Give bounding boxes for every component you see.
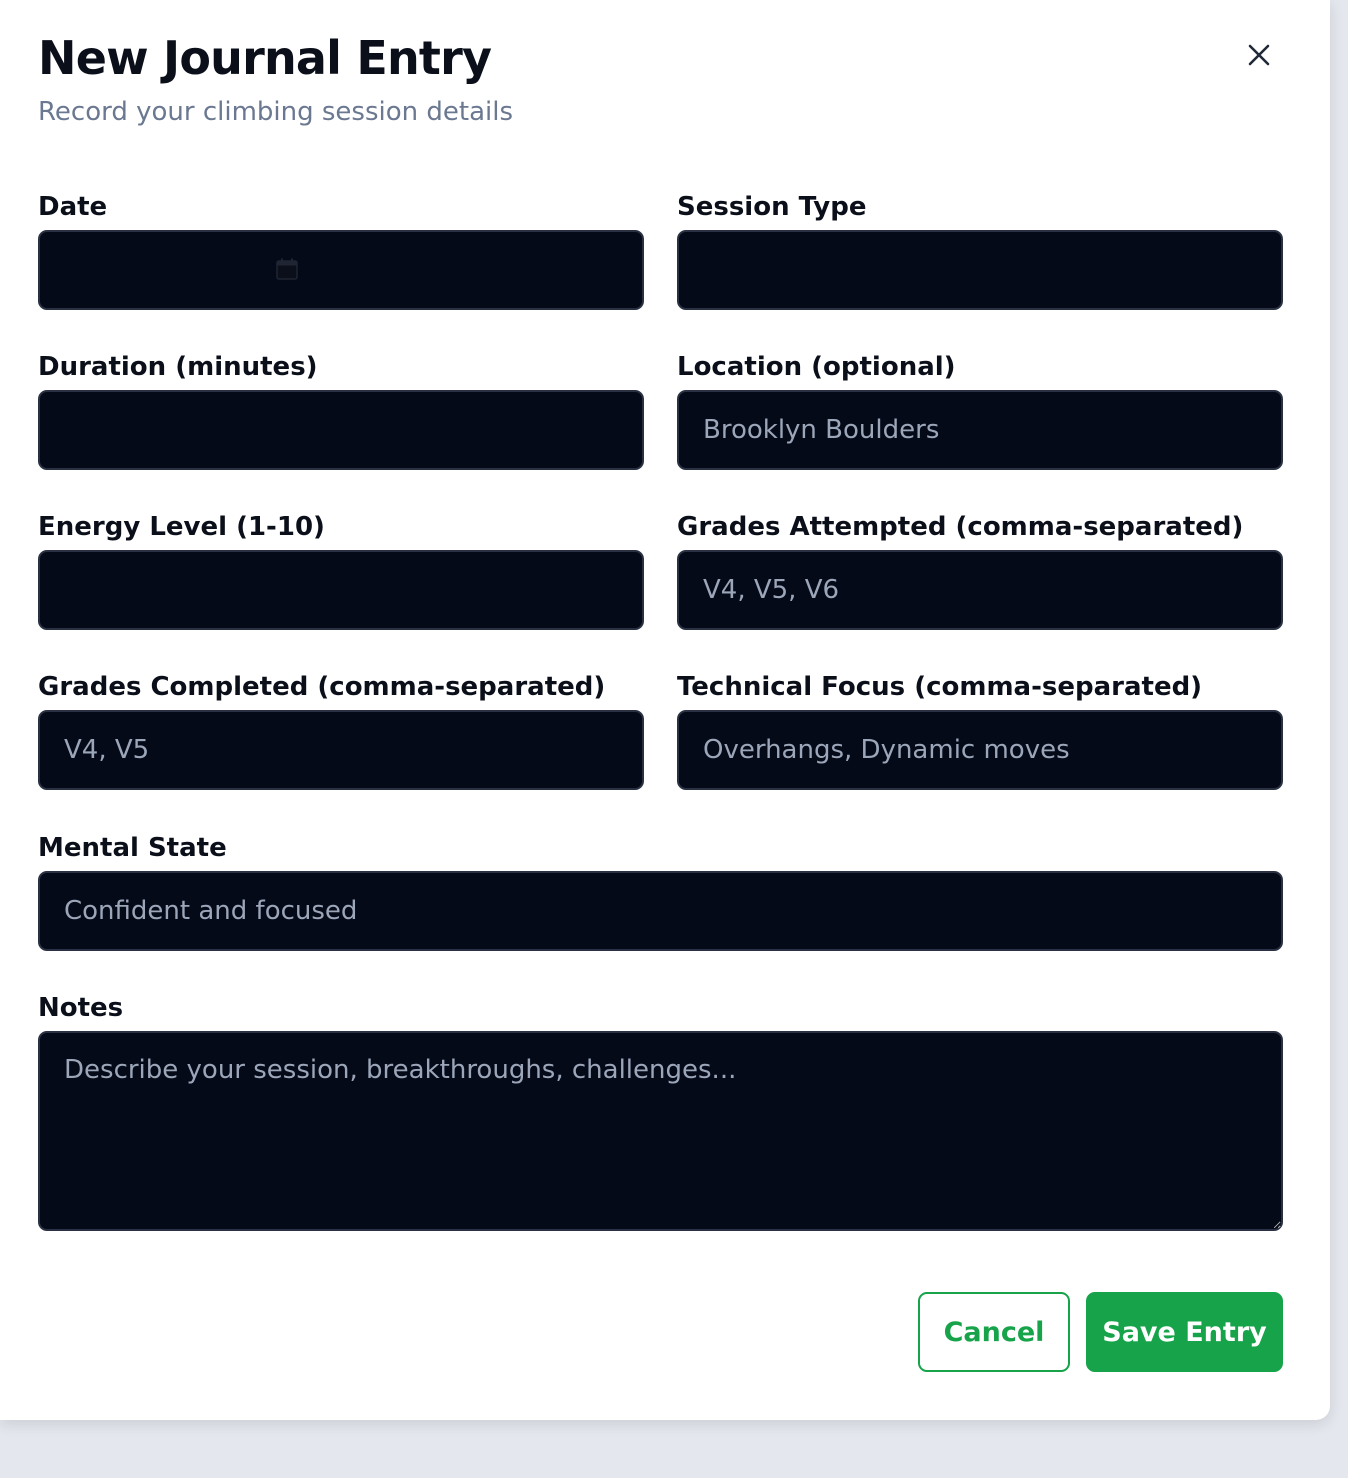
duration-label: Duration (minutes): [38, 352, 318, 382]
session-type-select[interactable]: [677, 230, 1283, 310]
journal-entry-dialog: New Journal Entry Record your climbing s…: [0, 0, 1330, 1420]
location-field: Location (optional): [677, 351, 1283, 470]
calendar-icon[interactable]: [276, 258, 298, 280]
session-type-label: Session Type: [677, 192, 867, 222]
close-icon: [1248, 44, 1270, 66]
notes-label: Notes: [38, 993, 124, 1023]
location-label: Location (optional): [677, 352, 956, 382]
notes-field: Notes: [38, 992, 1283, 1231]
date-input-wrapper: [38, 230, 644, 310]
date-input[interactable]: [38, 230, 644, 310]
technical-focus-input[interactable]: [677, 710, 1283, 790]
dialog-subtitle: Record your climbing session details: [38, 97, 513, 127]
grades-attempted-input[interactable]: [677, 550, 1283, 630]
cancel-button[interactable]: Cancel: [918, 1292, 1070, 1372]
grades-completed-label: Grades Completed (comma-separated): [38, 672, 606, 702]
dialog-title: New Journal Entry: [38, 31, 492, 85]
grades-attempted-label: Grades Attempted (comma-separated): [677, 512, 1244, 542]
location-input[interactable]: [677, 390, 1283, 470]
duration-input[interactable]: [38, 390, 644, 470]
session-type-field: Session Type: [677, 191, 1283, 310]
mental-state-input[interactable]: [38, 871, 1283, 951]
mental-state-label: Mental State: [38, 833, 227, 863]
save-entry-button[interactable]: Save Entry: [1086, 1292, 1283, 1372]
grades-completed-field: Grades Completed (comma-separated): [38, 671, 644, 790]
technical-focus-label: Technical Focus (comma-separated): [677, 672, 1203, 702]
date-field: Date: [38, 191, 644, 310]
date-label: Date: [38, 192, 108, 222]
technical-focus-field: Technical Focus (comma-separated): [677, 671, 1283, 790]
grades-completed-input[interactable]: [38, 710, 644, 790]
close-button[interactable]: [1238, 34, 1280, 76]
grades-attempted-field: Grades Attempted (comma-separated): [677, 511, 1283, 630]
energy-level-input[interactable]: [38, 550, 644, 630]
mental-state-field: Mental State: [38, 832, 1283, 951]
energy-level-field: Energy Level (1-10): [38, 511, 644, 630]
notes-textarea[interactable]: [38, 1031, 1283, 1231]
duration-field: Duration (minutes): [38, 351, 644, 470]
energy-level-label: Energy Level (1-10): [38, 512, 325, 542]
